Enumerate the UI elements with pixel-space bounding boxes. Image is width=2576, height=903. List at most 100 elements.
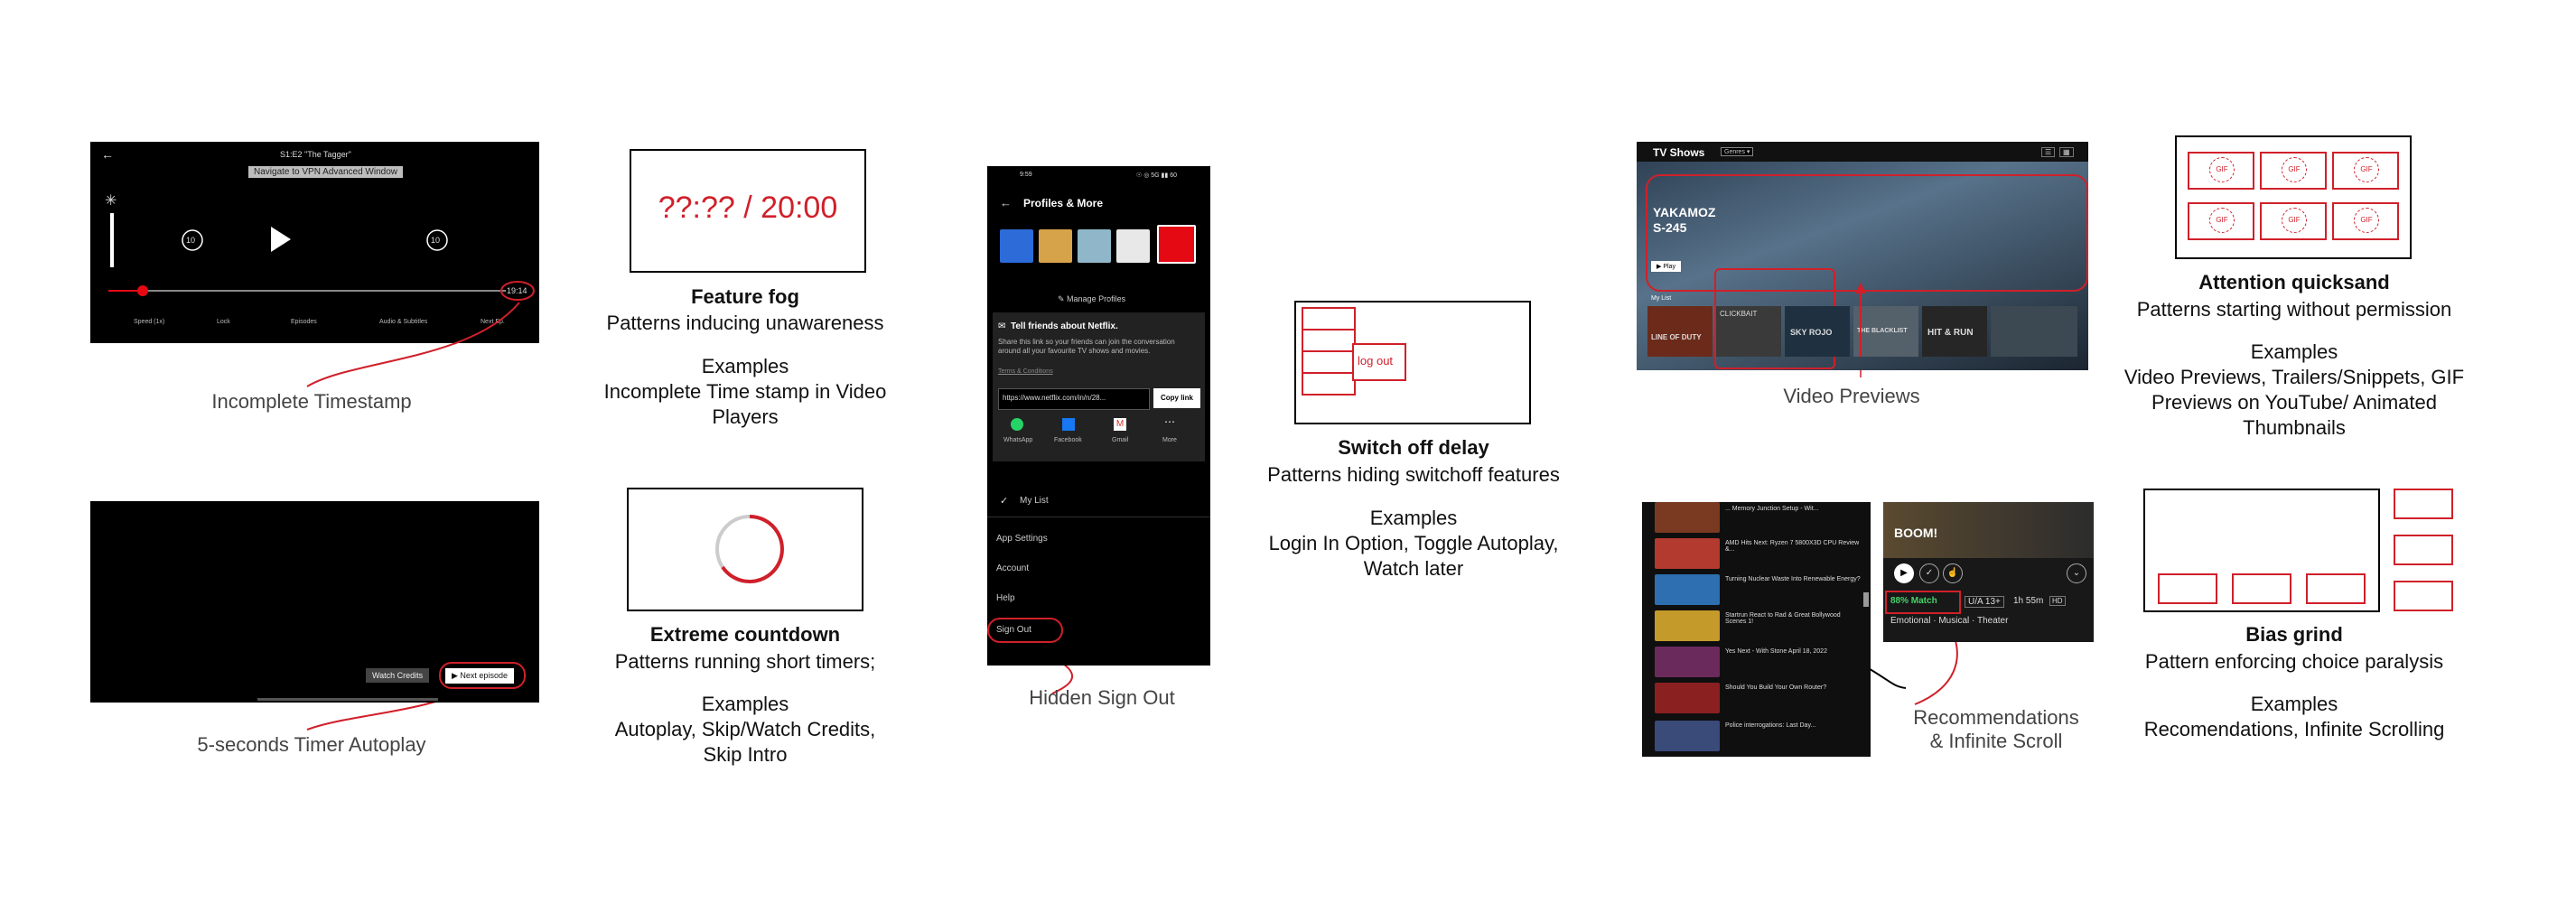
- countdown-examples-label: Examples: [701, 693, 789, 715]
- yt-title-1[interactable]: ... Memory Junction Setup - Wit...: [1725, 506, 1861, 512]
- sign-out-highlight: [987, 618, 1063, 643]
- share-app-whatsapp: WhatsApp: [1003, 437, 1033, 443]
- control-next-episode[interactable]: Next Ep.: [481, 319, 505, 325]
- feature-fog-subtitle: Patterns inducing unawareness: [606, 312, 884, 334]
- bias-grind-examples-label: Examples: [2250, 693, 2338, 715]
- gif-icon: GIF: [2282, 157, 2307, 182]
- detail-like-icon[interactable]: ☝: [1943, 563, 1963, 583]
- side-choice-3: [2394, 581, 2453, 611]
- logout-label: log out: [1358, 354, 1394, 368]
- profile-avatar-3[interactable]: [1078, 229, 1111, 263]
- switch-off-examples-label: Examples: [1369, 507, 1458, 529]
- attention-examples-label: Examples: [2250, 340, 2338, 363]
- profile-avatar-5[interactable]: [1157, 225, 1196, 264]
- yt-scrollbar[interactable]: [1863, 592, 1869, 607]
- profile-avatar-4[interactable]: [1116, 229, 1150, 263]
- control-speed[interactable]: Speed (1x): [134, 319, 164, 325]
- profile-avatar-2[interactable]: [1039, 229, 1072, 263]
- phone-back-icon[interactable]: ←: [1000, 196, 1012, 209]
- caption-recommendations: Recommendations & Infinite Scroll: [1913, 706, 2079, 752]
- youtube-feed-panel: ... Memory Junction Setup - Wit... AMD H…: [1642, 502, 1871, 757]
- detail-add-icon[interactable]: ✓: [1919, 563, 1939, 583]
- manage-profiles-label: Manage Profiles: [1067, 294, 1126, 303]
- credits-progress: [257, 698, 438, 701]
- video-player-panel: ← S1:E2 "The Tagger" Navigate to VPN Adv…: [90, 142, 539, 343]
- detail-expand-icon[interactable]: ⌄: [2067, 563, 2086, 583]
- countdown-subtitle: Patterns running short timers;: [614, 650, 876, 673]
- control-lock[interactable]: Lock: [217, 319, 230, 325]
- logout-submenu[interactable]: log out: [1352, 343, 1406, 381]
- yt-title-6[interactable]: Should You Build Your Own Router?: [1725, 684, 1861, 691]
- switch-off-box: log out: [1294, 301, 1531, 424]
- attention-title: Attention quicksand: [2198, 271, 2390, 293]
- yt-thumb-4[interactable]: [1655, 610, 1720, 641]
- feature-fog-title: Feature fog: [691, 285, 799, 308]
- gif-icon: GIF: [2354, 208, 2379, 233]
- watch-credits-button[interactable]: Watch Credits: [366, 668, 430, 683]
- preview-arrow: [1855, 283, 1866, 357]
- detail-title: BOOM!: [1894, 526, 1938, 540]
- switch-off-subtitle: Patterns hiding switchoff features: [1267, 463, 1560, 486]
- gif-icon: GIF: [2209, 208, 2235, 233]
- control-audio-subtitles[interactable]: Audio & Subtitles: [379, 319, 427, 325]
- menu-row-2: [1302, 329, 1356, 352]
- maturity-rating: U/A 13+: [1965, 596, 2004, 608]
- detail-play-icon[interactable]: ▶: [1894, 563, 1914, 583]
- menu-account[interactable]: Account: [996, 563, 1029, 573]
- whatsapp-icon[interactable]: [1011, 418, 1023, 431]
- yt-thumb-7[interactable]: [1655, 721, 1720, 751]
- match-highlight: [1885, 591, 1961, 614]
- control-episodes[interactable]: Episodes: [291, 319, 317, 325]
- next-episode-highlight: [439, 662, 526, 689]
- skip-forward-label[interactable]: 10: [431, 236, 440, 245]
- yt-thumb-3[interactable]: [1655, 574, 1720, 605]
- check-icon: ✓: [1000, 496, 1009, 507]
- gmail-icon[interactable]: M: [1114, 418, 1126, 431]
- switch-off-title: Switch off delay: [1338, 436, 1489, 459]
- gif-icon: GIF: [2209, 157, 2235, 182]
- yt-title-7[interactable]: Police interrogations: Last Day...: [1725, 722, 1861, 729]
- caption-autoplay: 5-seconds Timer Autoplay: [197, 733, 426, 756]
- yt-title-5[interactable]: Yes Next - With Stone April 18, 2022: [1725, 648, 1861, 655]
- menu-help[interactable]: Help: [996, 593, 1015, 603]
- gif-cell-2: GIF: [2260, 152, 2327, 190]
- netflix-detail-card: BOOM! ▶ ✓ ☝ ⌄ 88% Match U/A 13+ 1h 55m H…: [1883, 502, 2094, 642]
- yt-title-2[interactable]: AMD Hits Next: Ryzen 7 5800X3D CPU Revie…: [1725, 540, 1861, 553]
- tell-friends-heading: Tell friends about Netflix.: [1011, 321, 1118, 331]
- phone-status: ☉ ◎ 5G ▮▮ 60: [1136, 172, 1177, 179]
- feature-fog-examples: Incomplete Time stamp in Video Players: [603, 380, 887, 428]
- yt-thumb-6[interactable]: [1655, 683, 1720, 713]
- menu-row-3: [1302, 350, 1356, 374]
- manage-profiles[interactable]: ✎ Manage Profiles: [1058, 294, 1125, 304]
- caption-hidden-sign-out: Hidden Sign Out: [1029, 686, 1175, 709]
- yt-thumb-5[interactable]: [1655, 647, 1720, 677]
- yt-thumb-1[interactable]: [1655, 502, 1720, 533]
- yt-title-4[interactable]: Startrun React to Rad & Great Bollywood …: [1725, 612, 1861, 625]
- profile-avatar-1[interactable]: [1000, 229, 1033, 263]
- gif-cell-4: GIF: [2188, 202, 2254, 240]
- my-list-item[interactable]: My List: [1020, 496, 1049, 506]
- phone-time: 9:59: [1020, 172, 1032, 178]
- menu-app-settings[interactable]: App Settings: [996, 534, 1048, 544]
- caption-video-previews: Video Previews: [1783, 385, 1920, 407]
- terms-link[interactable]: Terms & Conditions: [998, 368, 1053, 375]
- yt-thumb-2[interactable]: [1655, 538, 1720, 569]
- copy-link-button[interactable]: Copy link: [1153, 388, 1200, 408]
- side-choice-1: [2394, 489, 2453, 519]
- menu-row-4: [1302, 372, 1356, 396]
- gif-cell-5: GIF: [2260, 202, 2327, 240]
- share-text: Share this link so your friends can join…: [998, 338, 1175, 355]
- yt-title-3[interactable]: Turning Nuclear Waste Into Renewable Ene…: [1725, 576, 1861, 582]
- gif-cell-6: GIF: [2332, 202, 2399, 240]
- share-app-facebook: Facebook: [1054, 437, 1082, 443]
- bias-grind-title: Bias grind: [2245, 623, 2343, 646]
- share-app-more: More: [1162, 437, 1177, 443]
- countdown-examples: Autoplay, Skip/Watch Credits, Skip Intro: [614, 718, 876, 766]
- play-icon: [271, 227, 291, 252]
- skip-back-label[interactable]: 10: [186, 236, 195, 245]
- facebook-icon[interactable]: [1062, 418, 1075, 431]
- caption-incomplete-timestamp: Incomplete Timestamp: [211, 390, 412, 413]
- more-icon[interactable]: ⋯: [1164, 415, 1175, 428]
- countdown-title: Extreme countdown: [649, 623, 841, 646]
- share-link-field[interactable]: https://www.netflix.com/in/n/28...: [998, 388, 1150, 410]
